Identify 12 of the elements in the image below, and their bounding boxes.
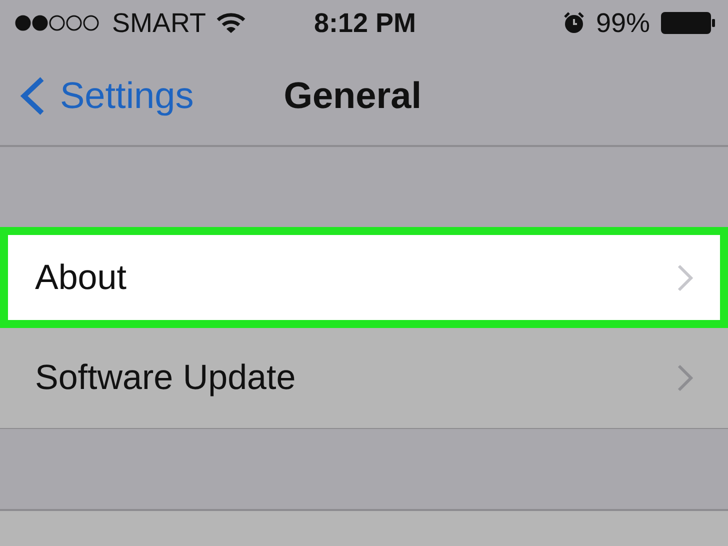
chevron-right-icon bbox=[676, 363, 694, 393]
wifi-icon bbox=[216, 12, 246, 34]
screen-title: General bbox=[284, 74, 422, 116]
status-time: 8:12 PM bbox=[314, 8, 416, 38]
list-row[interactable]: About bbox=[0, 227, 728, 328]
battery-icon bbox=[660, 11, 716, 35]
chevron-left-icon bbox=[18, 76, 46, 116]
alarm-clock-icon bbox=[562, 11, 586, 35]
list-row[interactable]: Software Update bbox=[0, 328, 728, 429]
carrier-name: SMART bbox=[112, 8, 206, 38]
battery-percent: 99% bbox=[596, 8, 650, 38]
chevron-right-icon bbox=[676, 262, 694, 292]
